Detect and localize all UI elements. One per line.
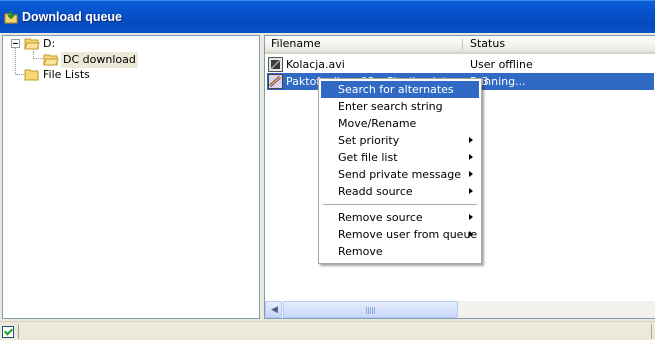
menu-item-readd-source[interactable]: Readd source <box>321 183 479 200</box>
menu-item-label: Remove <box>338 245 383 258</box>
list-header: Filename Status <box>265 36 655 54</box>
menu-item-label: Enter search string <box>338 100 443 113</box>
menu-item-label: Readd source <box>338 185 413 198</box>
column-header-filename[interactable]: Filename <box>265 36 464 52</box>
column-divider[interactable] <box>462 39 463 50</box>
checkbox-icon[interactable] <box>2 326 14 338</box>
scroll-left-button[interactable]: ◀ <box>265 301 282 318</box>
row-status: User offline <box>470 58 533 71</box>
submenu-arrow-icon <box>469 188 473 194</box>
menu-item-remove-user-from-queue[interactable]: Remove user from queue <box>321 226 479 243</box>
horizontal-scrollbar[interactable]: ◀ <box>265 301 655 318</box>
tree-item-dc-download[interactable]: DC download <box>3 52 259 68</box>
table-row[interactable]: Kolacja.avi User offline <box>267 56 654 73</box>
menu-item-label: Remove user from queue <box>338 228 478 241</box>
context-menu: Search for alternates Enter search strin… <box>318 78 482 264</box>
submenu-arrow-icon <box>469 154 473 160</box>
submenu-arrow-icon <box>469 171 473 177</box>
tree-label-file-lists: File Lists <box>43 68 90 81</box>
open-folder-icon <box>43 54 59 66</box>
menu-item-label: Search for alternates <box>338 83 454 96</box>
menu-item-label: Move/Rename <box>338 117 417 130</box>
video-file-icon <box>268 57 283 72</box>
download-queue-icon <box>4 11 18 24</box>
menu-item-label: Set priority <box>338 134 400 147</box>
audio-file-icon <box>268 74 283 89</box>
menu-item-get-file-list[interactable]: Get file list <box>321 149 479 166</box>
menu-item-move-rename[interactable]: Move/Rename <box>321 115 479 132</box>
menu-item-remove[interactable]: Remove <box>321 243 479 260</box>
menu-item-search-alternates[interactable]: Search for alternates <box>321 81 479 98</box>
column-header-status[interactable]: Status <box>464 36 654 52</box>
window-titlebar[interactable]: Download queue <box>0 0 655 33</box>
open-folder-icon <box>24 38 40 50</box>
grip-icon <box>366 307 376 314</box>
folder-icon <box>24 69 39 81</box>
submenu-arrow-icon <box>469 137 473 143</box>
tree-item-file-lists[interactable]: File Lists <box>3 67 259 83</box>
menu-item-label: Remove source <box>338 211 423 224</box>
menu-item-send-private-message[interactable]: Send private message <box>321 166 479 183</box>
menu-item-remove-source[interactable]: Remove source <box>321 209 479 226</box>
arrow-left-icon: ◀ <box>271 305 278 315</box>
menu-item-label: Send private message <box>338 168 462 181</box>
window-title: Download queue <box>22 10 122 24</box>
tree-item-drive[interactable]: D: <box>3 36 259 52</box>
status-divider <box>651 324 652 339</box>
scroll-thumb[interactable] <box>283 301 458 318</box>
menu-item-label: Get file list <box>338 151 398 164</box>
status-divider <box>18 324 19 339</box>
submenu-arrow-icon <box>469 214 473 220</box>
submenu-arrow-icon <box>469 231 473 237</box>
collapse-icon[interactable] <box>11 39 20 48</box>
menu-separator <box>323 204 477 205</box>
row-filename: Kolacja.avi <box>286 58 345 71</box>
tree-label-drive: D: <box>43 37 56 50</box>
folder-tree[interactable]: D: DC download File Lists <box>2 35 260 319</box>
tree-label-dc-download: DC download <box>61 52 138 68</box>
status-bar <box>0 321 655 340</box>
menu-item-set-priority[interactable]: Set priority <box>321 132 479 149</box>
menu-item-enter-search-string[interactable]: Enter search string <box>321 98 479 115</box>
